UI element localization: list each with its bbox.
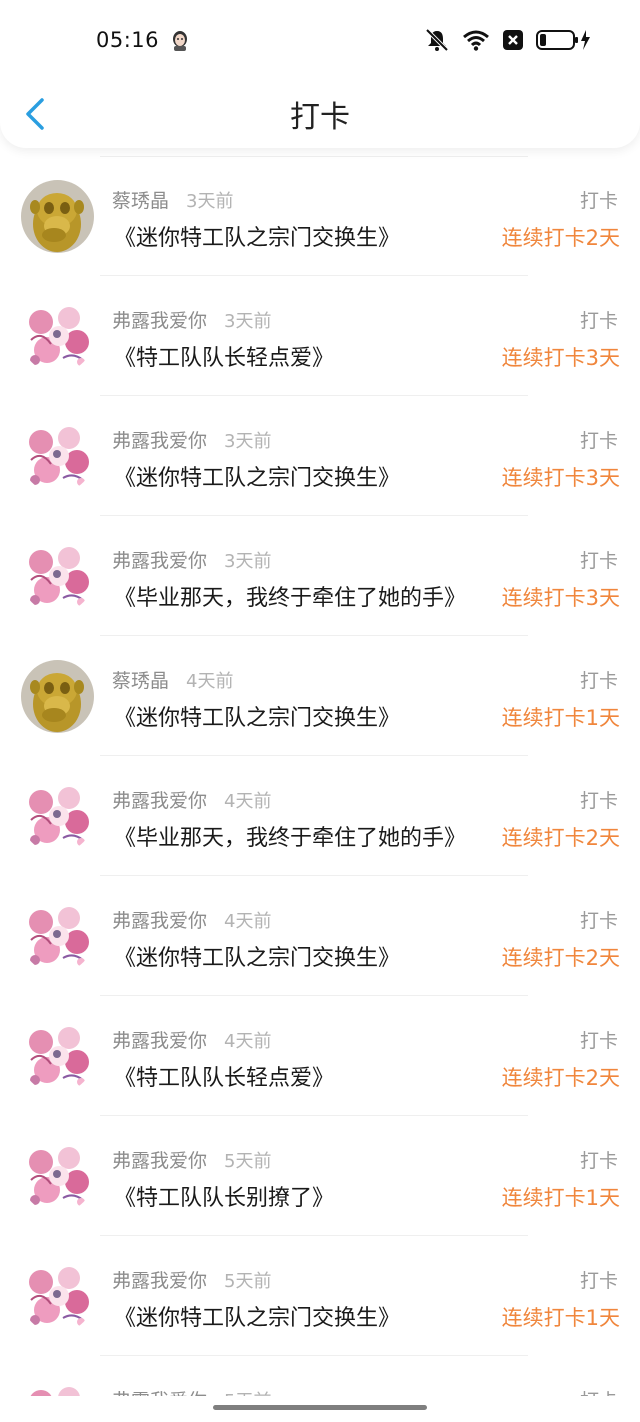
time-ago: 3天前 [186,191,234,212]
book-title[interactable]: 《迷你特工队之宗门交换生》 [114,460,400,492]
avatar[interactable] [21,780,94,853]
mute-bell-icon [425,28,449,52]
user-name[interactable]: 蔡琇晶 [112,666,169,693]
checkin-tag: 打卡 [579,670,618,692]
nav-bar: 打卡 [0,80,640,146]
user-name[interactable]: 弗露我爱你 [112,906,207,933]
streak-label: 连续打卡1天 [501,1186,620,1210]
streak-label: 连续打卡2天 [501,226,620,250]
streak-label: 连续打卡3天 [501,586,620,610]
book-title[interactable]: 《毕业那天，我终于牵住了她的手》 [114,580,466,612]
book-title[interactable]: 《毕业那天，我终于牵住了她的手》 [114,820,466,852]
status-icons [424,28,592,52]
streak-label: 连续打卡1天 [501,1306,620,1330]
list-item[interactable]: 弗露我爱你 4天前 《迷你特工队之宗门交换生》 打卡 连续打卡2天 [0,876,640,996]
checkin-list: 蔡琇晶 3天前 《迷你特工队之宗门交换生》 打卡 连续打卡2天 弗露我爱你 3天… [0,156,640,1396]
avatar[interactable] [21,1020,94,1093]
book-title[interactable]: 《特工队队长轻点爱》 [114,340,334,372]
list-item[interactable]: 蔡琇晶 3天前 《迷你特工队之宗门交换生》 打卡 连续打卡2天 [0,156,640,276]
time-ago: 5天前 [224,1271,272,1292]
avatar[interactable] [21,540,94,613]
home-indicator[interactable] [213,1405,427,1410]
book-title[interactable]: 《迷你特工队之宗门交换生》 [114,700,400,732]
list-item[interactable]: 弗露我爱你 4天前 《毕业那天，我终于牵住了她的手》 打卡 连续打卡2天 [0,756,640,876]
status-avatar-icon [173,31,187,51]
avatar[interactable] [21,900,94,973]
list-item[interactable]: 弗露我爱你 4天前 《特工队队长轻点爱》 打卡 连续打卡2天 [0,996,640,1116]
status-time: 05:16 [96,28,160,52]
user-name[interactable]: 弗露我爱你 [112,786,207,813]
time-ago: 4天前 [224,911,272,932]
book-title[interactable]: 《特工队队长轻点爱》 [114,1060,334,1092]
book-title[interactable]: 《迷你特工队之宗门交换生》 [114,220,400,252]
avatar[interactable] [21,1140,94,1213]
time-ago: 4天前 [224,791,272,812]
user-name[interactable]: 弗露我爱你 [112,426,207,453]
streak-label: 连续打卡3天 [501,466,620,490]
time-ago: 3天前 [224,551,272,572]
user-name[interactable]: 弗露我爱你 [112,546,207,573]
user-name[interactable]: 弗露我爱你 [112,306,207,333]
list-item[interactable]: 弗露我爱你 3天前 《毕业那天，我终于牵住了她的手》 打卡 连续打卡3天 [0,516,640,636]
streak-label: 连续打卡2天 [501,946,620,970]
list-item[interactable]: 弗露我爱你 5天前 打卡 [0,1356,640,1396]
user-name[interactable]: 蔡琇晶 [112,186,169,213]
time-ago: 3天前 [224,311,272,332]
avatar[interactable] [21,180,94,253]
sim-off-icon [503,30,523,50]
time-ago: 5天前 [224,1151,272,1172]
checkin-tag: 打卡 [579,310,618,332]
streak-label: 连续打卡2天 [501,1066,620,1090]
checkin-tag: 打卡 [579,1150,618,1172]
time-ago: 3天前 [224,431,272,452]
book-title[interactable]: 《迷你特工队之宗门交换生》 [114,940,400,972]
header: 05:16 打卡 [0,0,640,148]
checkin-tag: 打卡 [579,910,618,932]
list-item[interactable]: 弗露我爱你 5天前 《迷你特工队之宗门交换生》 打卡 连续打卡1天 [0,1236,640,1356]
streak-label: 连续打卡3天 [501,346,620,370]
checkin-tag: 打卡 [579,1030,618,1052]
user-name[interactable]: 弗露我爱你 [112,1146,207,1173]
avatar[interactable] [21,1260,94,1333]
book-title[interactable]: 《特工队队长别撩了》 [114,1180,334,1212]
user-name[interactable]: 弗露我爱你 [112,1026,207,1053]
checkin-tag: 打卡 [579,190,618,212]
avatar[interactable] [21,420,94,493]
status-bar: 05:16 [0,0,640,80]
checkin-tag: 打卡 [579,550,618,572]
streak-label: 连续打卡2天 [501,826,620,850]
list-item[interactable]: 弗露我爱你 5天前 《特工队队长别撩了》 打卡 连续打卡1天 [0,1116,640,1236]
checkin-tag: 打卡 [579,430,618,452]
book-title[interactable]: 《迷你特工队之宗门交换生》 [114,1300,400,1332]
list-item[interactable]: 弗露我爱你 3天前 《迷你特工队之宗门交换生》 打卡 连续打卡3天 [0,396,640,516]
list-item[interactable]: 蔡琇晶 4天前 《迷你特工队之宗门交换生》 打卡 连续打卡1天 [0,636,640,756]
checkin-tag: 打卡 [579,1270,618,1292]
avatar[interactable] [21,660,94,733]
streak-label: 连续打卡1天 [501,706,620,730]
checkin-tag: 打卡 [579,790,618,812]
checkin-tag: 打卡 [580,1386,618,1396]
avatar[interactable] [21,300,94,373]
user-name[interactable]: 弗露我爱你 [112,1386,207,1396]
page-title: 打卡 [290,100,350,135]
list-item[interactable]: 弗露我爱你 3天前 《特工队队长轻点爱》 打卡 连续打卡3天 [0,276,640,396]
wifi-icon [463,30,489,51]
user-name[interactable]: 弗露我爱你 [112,1266,207,1293]
avatar[interactable] [21,1380,94,1396]
time-ago: 5天前 [224,1387,271,1396]
time-ago: 4天前 [186,671,234,692]
time-ago: 4天前 [224,1031,272,1052]
battery-charging-icon [536,30,590,50]
